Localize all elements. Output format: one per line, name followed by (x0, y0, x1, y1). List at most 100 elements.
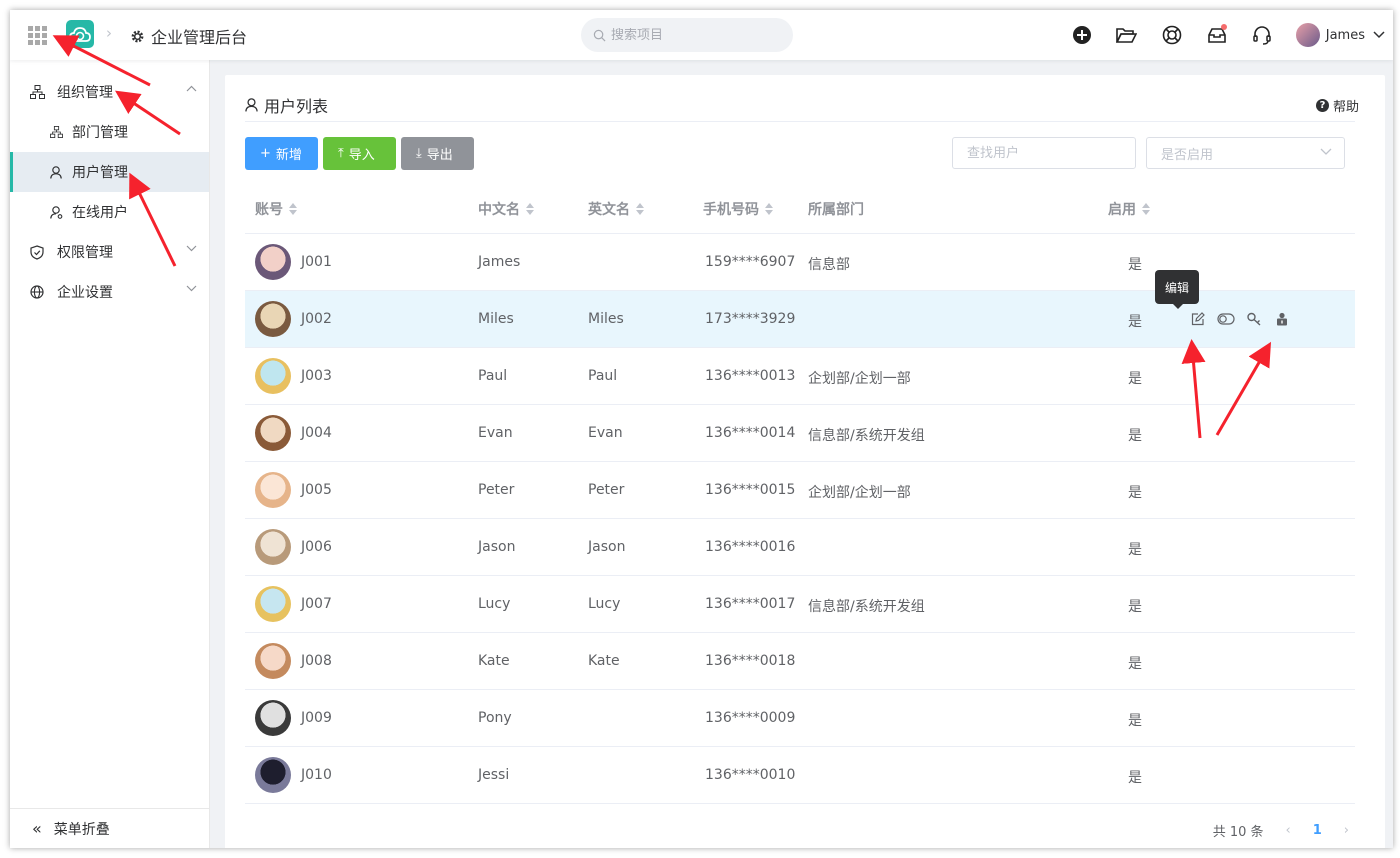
cell-account: J002 (301, 311, 332, 327)
prev-page-icon[interactable]: ‹ (1286, 823, 1291, 838)
search-input[interactable] (611, 27, 781, 43)
add-button[interactable]: + 新增 (245, 137, 318, 170)
cell-cn-name: Kate (478, 653, 510, 669)
cell-phone: 136****0013 (705, 368, 796, 384)
upload-icon: ⤒ (338, 146, 344, 161)
cell-dept: 信息部 (808, 257, 850, 273)
edit-icon[interactable] (1189, 310, 1207, 328)
user-search-input[interactable] (952, 137, 1136, 169)
cell-account: J007 (301, 596, 332, 612)
top-header: › 企业管理后台 搜索项目 James (10, 10, 1393, 60)
table-row[interactable]: J006 Jason Jason 136****0016 是 (245, 519, 1355, 576)
import-button[interactable]: ⤒ 导入 (323, 137, 396, 170)
table-row[interactable]: J003 Paul Paul 136****0013 企划部/企划一部 是 (245, 348, 1355, 405)
enabled-filter-select[interactable]: 是否启用 (1146, 137, 1345, 169)
sort-icon[interactable] (636, 203, 644, 215)
col-phone[interactable]: 手机号码 (703, 199, 773, 219)
col-en-name[interactable]: 英文名 (588, 199, 644, 219)
sidebar-item-label: 权限管理 (57, 245, 113, 261)
cell-phone: 136****0016 (705, 539, 796, 555)
org-icon (50, 126, 64, 138)
collapse-label: 菜单折叠 (53, 821, 110, 838)
cell-enabled: 是 (1128, 314, 1142, 330)
download-icon: ⤓ (416, 146, 422, 161)
question-icon: ? (1315, 99, 1329, 112)
cell-cn-name: Paul (478, 368, 508, 384)
menu-collapse-button[interactable]: « 菜单折叠 (10, 808, 209, 848)
cell-phone: 136****0009 (705, 710, 796, 726)
col-account[interactable]: 账号 (255, 199, 297, 219)
user-name: James (1325, 27, 1365, 43)
sidebar: 组织管理 部门管理 用户管理 在线用户 权限管理 企业设置 « 菜单折叠 (10, 60, 210, 848)
current-page[interactable]: 1 (1313, 823, 1322, 838)
pager-total: 共 10 条 (1212, 825, 1264, 840)
cell-cn-name: Jason (478, 539, 516, 555)
next-page-icon[interactable]: › (1344, 823, 1349, 838)
search-icon (593, 29, 606, 41)
help-label: 帮助 (1332, 100, 1359, 115)
sort-icon[interactable] (765, 203, 773, 215)
sidebar-item-online-users[interactable]: 在线用户 (10, 192, 209, 232)
table-row[interactable]: J004 Evan Evan 136****0014 信息部/系统开发组 是 (245, 405, 1355, 462)
sort-icon[interactable] (526, 203, 534, 215)
table-row[interactable]: J010 Jessi 136****0010 是 (245, 747, 1355, 804)
export-button[interactable]: ⤓ 导出 (401, 137, 474, 170)
col-label: 中文名 (478, 202, 520, 218)
sidebar-item-enterprise-settings[interactable]: 企业设置 (10, 272, 209, 312)
avatar (255, 358, 291, 394)
table-row[interactable]: J008 Kate Kate 136****0018 是 (245, 633, 1355, 690)
toggle-icon[interactable] (1217, 310, 1235, 328)
cell-cn-name: Lucy (478, 596, 511, 612)
cell-en-name: Jason (588, 539, 626, 555)
table-row[interactable]: J009 Pony 136****0009 是 (245, 690, 1355, 747)
user-menu[interactable]: James (1295, 23, 1385, 47)
apps-grid-icon[interactable] (28, 26, 47, 45)
toolbar: + 新增 ⤒ 导入 ⤓ 导出 (245, 137, 479, 170)
folder-open-icon[interactable] (1116, 24, 1138, 46)
add-circle-icon[interactable] (1071, 24, 1093, 46)
key-icon[interactable] (1245, 310, 1263, 328)
sidebar-item-label: 部门管理 (72, 125, 128, 141)
cell-account: J004 (301, 425, 332, 441)
inbox-notification-icon[interactable] (1206, 24, 1228, 46)
sort-icon[interactable] (289, 203, 297, 215)
cell-account: J006 (301, 539, 332, 555)
user-icon (50, 165, 64, 179)
lifebuoy-icon[interactable] (1161, 24, 1183, 46)
col-enabled[interactable]: 启用 (1108, 199, 1150, 219)
sidebar-item-users[interactable]: 用户管理 (10, 152, 209, 192)
table-row[interactable]: J005 Peter Peter 136****0015 企划部/企划一部 是 (245, 462, 1355, 519)
headset-icon[interactable] (1251, 24, 1273, 46)
sort-icon[interactable] (1142, 203, 1150, 215)
cell-account: J008 (301, 653, 332, 669)
cell-enabled: 是 (1128, 371, 1142, 387)
user-icon (245, 98, 258, 112)
table-row[interactable]: J007 Lucy Lucy 136****0017 信息部/系统开发组 是 (245, 576, 1355, 633)
cloud-logo-icon[interactable] (66, 20, 94, 48)
cell-enabled: 是 (1128, 257, 1142, 273)
global-search[interactable] (581, 18, 793, 52)
sidebar-item-permissions[interactable]: 权限管理 (10, 232, 209, 272)
cell-cn-name: Miles (478, 311, 514, 327)
avatar (255, 586, 291, 622)
cell-enabled: 是 (1128, 713, 1142, 729)
org-icon (30, 85, 46, 99)
sidebar-item-dept[interactable]: 部门管理 (10, 112, 209, 152)
cell-en-name: Peter (588, 482, 625, 498)
col-cn-name[interactable]: 中文名 (478, 199, 534, 219)
cell-phone: 136****0010 (705, 767, 796, 783)
breadcrumb: 企业管理后台 (130, 24, 247, 48)
help-link[interactable]: ? 帮助 (1315, 96, 1359, 115)
cell-en-name: Miles (588, 311, 624, 327)
table-header: 账号 中文名 英文名 手机号码 所属部门 启用 (245, 181, 1355, 234)
sidebar-item-org[interactable]: 组织管理 (10, 72, 209, 112)
divider (245, 121, 1355, 122)
lock-user-icon[interactable] (1273, 310, 1291, 328)
cell-en-name: Lucy (588, 596, 621, 612)
cell-enabled: 是 (1128, 485, 1142, 501)
cell-phone: 136****0018 (705, 653, 796, 669)
double-chevron-left-icon: « (32, 819, 42, 838)
col-label: 手机号码 (703, 202, 759, 218)
cell-dept: 信息部/系统开发组 (808, 428, 925, 444)
cell-dept: 企划部/企划一部 (808, 485, 911, 501)
